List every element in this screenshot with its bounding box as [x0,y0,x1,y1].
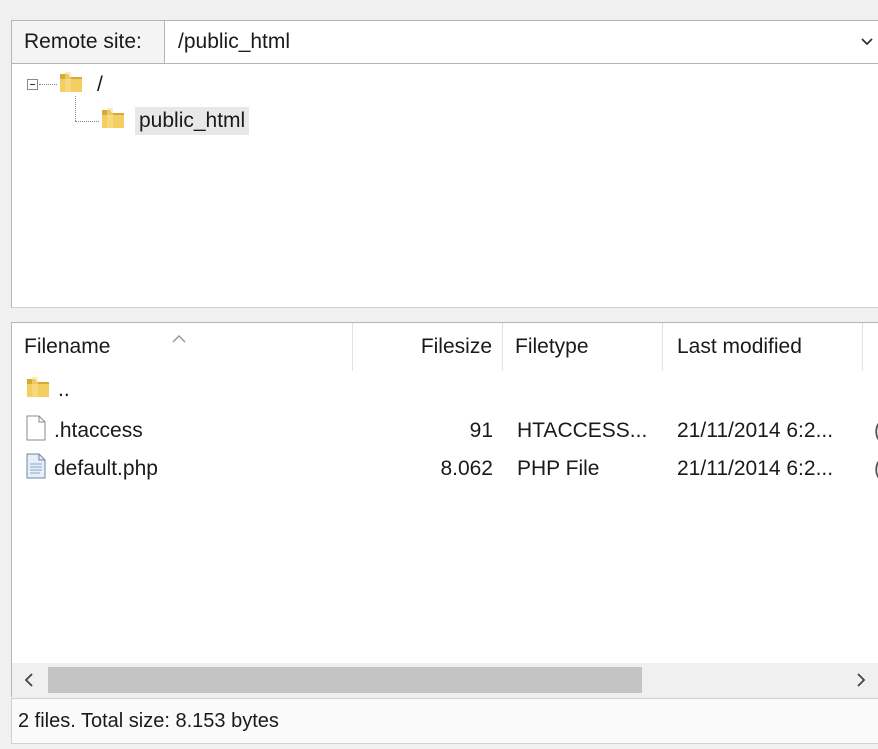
remote-path-input[interactable] [166,21,856,63]
chevron-down-icon[interactable] [856,21,878,63]
file-last-modified: 21/11/2014 6:2... [677,419,834,442]
file-permissions: ( [874,450,878,488]
column-header-last-modified[interactable]: Last modified [663,323,863,371]
file-permissions: ( [874,412,878,450]
column-header-label: Filename [24,335,111,358]
folder-icon [57,68,85,102]
file-name: .htaccess [54,419,143,442]
collapse-icon[interactable] [27,79,38,90]
column-header-label: Last modified [677,335,802,358]
column-header-filesize[interactable]: Filesize [353,323,503,371]
scroll-left-icon[interactable] [12,663,46,697]
column-header-label: Filetype [515,335,589,358]
file-type: PHP File [517,457,600,480]
file-last-modified: 21/11/2014 6:2... [677,457,834,480]
status-text: 2 files. Total size: 8.153 bytes [18,709,279,732]
remote-site-bar: Remote site: [11,20,878,64]
list-item-parent-dir[interactable]: .. [12,371,878,409]
remote-file-list: Filename Filesize Filetype Last modified [11,322,878,697]
tree-node-label: / [97,73,103,96]
tree-connector [75,121,99,122]
sort-ascending-icon [172,325,186,349]
remote-site-label: Remote site: [12,21,165,63]
folder-icon [24,373,52,407]
remote-directory-tree: / public_html [11,64,878,308]
column-header-label: Filesize [420,335,492,358]
file-name-cell: .. [24,371,70,409]
column-header-filename[interactable]: Filename [12,323,353,371]
column-header-row: Filename Filesize Filetype Last modified [12,323,878,371]
file-name: .. [58,378,70,401]
file-type: HTACCESS... [517,419,648,442]
file-icon [24,414,48,448]
tree-node-label: public_html [135,107,250,135]
scroll-right-icon[interactable] [844,663,878,697]
tree-node-public-html[interactable]: public_html [99,104,250,138]
pane-splitter[interactable] [11,308,878,322]
php-file-icon [24,452,48,486]
file-name-cell: .htaccess [24,412,143,450]
list-item-htaccess[interactable]: .htaccess 91 HTACCESS... 21/11/2014 6:2.… [12,412,878,450]
scrollbar-thumb[interactable] [48,667,642,693]
file-size: 91 [469,419,493,442]
status-bar: 2 files. Total size: 8.153 bytes [11,698,878,744]
horizontal-scrollbar[interactable] [12,663,878,697]
file-name: default.php [54,457,158,480]
file-name-cell: default.php [24,450,158,488]
column-header-filetype[interactable]: Filetype [503,323,663,371]
tree-node-root[interactable]: / [57,69,107,101]
column-header-permissions[interactable] [863,323,878,371]
file-size: 8.062 [440,457,493,480]
list-item-default-php[interactable]: default.php 8.062 PHP File 21/11/2014 6:… [12,450,878,488]
folder-icon [99,104,127,138]
tree-connector [39,84,57,85]
